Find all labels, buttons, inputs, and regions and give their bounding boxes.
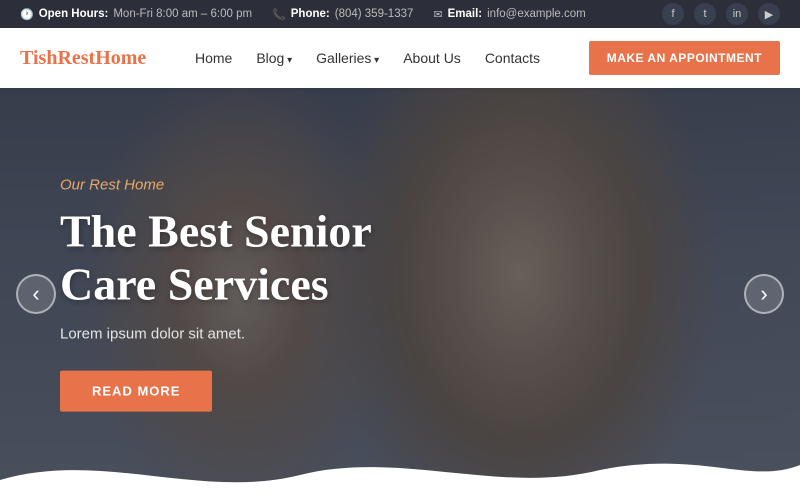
clock-icon: 🕐 — [20, 8, 34, 21]
phone-icon: 📞 — [272, 8, 286, 21]
nav-links: Home Blog Galleries About Us Contacts — [195, 50, 540, 66]
facebook-icon[interactable]: f — [662, 3, 684, 25]
email-icon: ✉ — [433, 8, 442, 21]
wave-decoration — [0, 440, 800, 500]
top-bar-left: 🕐 Open Hours: Mon-Fri 8:00 am – 6:00 pm … — [20, 8, 586, 21]
twitter-icon[interactable]: t — [694, 3, 716, 25]
email-label: Email: — [448, 8, 483, 20]
phone-item: 📞 Phone: (804) 359-1337 — [272, 8, 413, 21]
hero-description: Lorem ipsum dolor sit amet. — [60, 325, 372, 342]
nav-galleries[interactable]: Galleries — [316, 50, 379, 66]
instagram-icon[interactable]: in — [726, 3, 748, 25]
youtube-icon[interactable]: ▶ — [758, 3, 780, 25]
nav-home[interactable]: Home — [195, 50, 232, 66]
nav-blog[interactable]: Blog — [256, 50, 292, 66]
chevron-left-icon: ‹ — [32, 283, 39, 305]
social-icons: f t in ▶ — [662, 3, 780, 25]
nav-about[interactable]: About Us — [403, 50, 461, 66]
phone-label: Phone: — [291, 8, 330, 20]
hero-arrow-right[interactable]: › — [744, 274, 784, 314]
appointment-button[interactable]: MAKE AN APPOINTMENT — [589, 41, 780, 75]
top-bar: 🕐 Open Hours: Mon-Fri 8:00 am – 6:00 pm … — [0, 0, 800, 28]
hero-title-line2: Care Services — [60, 259, 329, 310]
hero-title-line1: The Best Senior — [60, 206, 372, 257]
site-logo[interactable]: TishRestHome — [20, 47, 146, 70]
hero-title: The Best Senior Care Services — [60, 206, 372, 312]
open-hours-value: Mon-Fri 8:00 am – 6:00 pm — [113, 8, 252, 20]
read-more-button[interactable]: READ MORE — [60, 370, 212, 411]
nav-contacts[interactable]: Contacts — [485, 50, 540, 66]
open-hours-label: Open Hours: — [39, 8, 109, 20]
chevron-right-icon: › — [760, 283, 767, 305]
phone-value: (804) 359-1337 — [335, 8, 414, 20]
hero-section: ‹ Our Rest Home The Best Senior Care Ser… — [0, 88, 800, 500]
hero-arrow-left[interactable]: ‹ — [16, 274, 56, 314]
email-value: info@example.com — [487, 8, 586, 20]
hero-subtitle: Our Rest Home — [60, 177, 372, 194]
email-item: ✉ Email: info@example.com — [433, 8, 585, 21]
hero-content: Our Rest Home The Best Senior Care Servi… — [60, 177, 372, 412]
navbar: TishRestHome Home Blog Galleries About U… — [0, 28, 800, 88]
open-hours-item: 🕐 Open Hours: Mon-Fri 8:00 am – 6:00 pm — [20, 8, 252, 21]
